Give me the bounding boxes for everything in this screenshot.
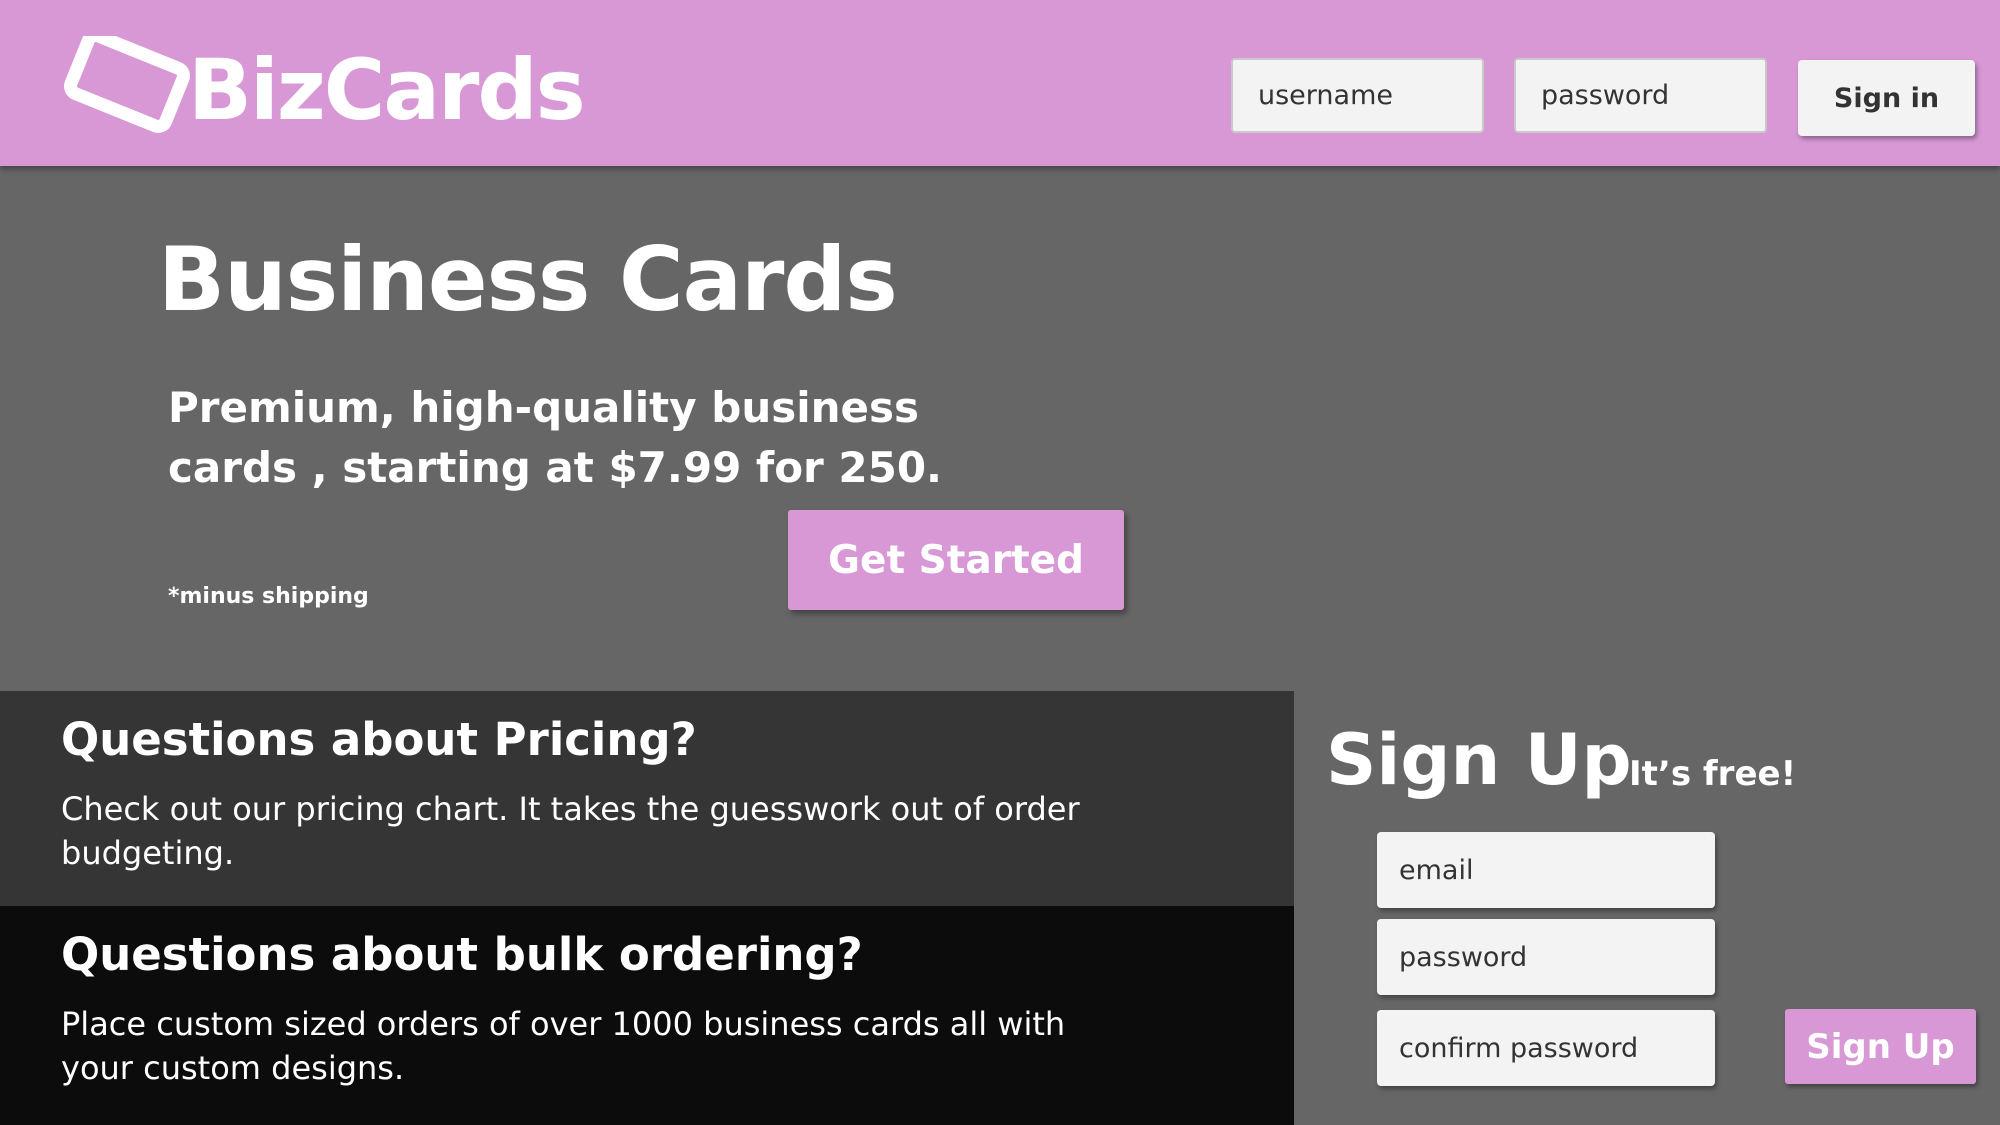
faq-pricing-title: Questions about Pricing? [61, 713, 697, 766]
faq-bulk-ordering: Questions about bulk ordering? Place cus… [0, 906, 1294, 1125]
top-header: BizCards Sign in [0, 0, 2000, 166]
header-password-input[interactable] [1514, 58, 1767, 133]
email-field[interactable] [1377, 832, 1715, 908]
signup-subtitle: It’s free! [1629, 754, 1797, 794]
faq-pricing: Questions about Pricing? Check out our p… [0, 691, 1294, 906]
faq-bulk-body: Place custom sized orders of over 1000 b… [61, 1005, 1066, 1087]
sign-in-button[interactable]: Sign in [1798, 60, 1975, 136]
username-input[interactable] [1231, 58, 1484, 133]
signup-title: Sign Up [1326, 719, 1632, 801]
faq-pricing-body: Check out our pricing chart. It takes th… [61, 790, 1080, 872]
hero-title: Business Cards [158, 228, 898, 331]
hero-tagline: Premium, high-quality business cards , s… [168, 383, 943, 492]
shipping-note: *minus shipping [168, 584, 369, 609]
logo[interactable]: BizCards [46, 30, 586, 140]
signup-password-field[interactable] [1377, 919, 1715, 995]
card-icon [64, 36, 190, 133]
logo-text: BizCards [188, 41, 586, 139]
confirm-password-field[interactable] [1377, 1010, 1715, 1086]
get-started-button[interactable]: Get Started [788, 510, 1124, 610]
page: BizCards Sign in Business Cards Premium,… [0, 0, 2000, 1125]
sign-up-button[interactable]: Sign Up [1785, 1009, 1976, 1084]
hero-section: Business Cards Premium, high-quality bus… [0, 166, 2000, 691]
faq-bulk-title: Questions about bulk ordering? [61, 928, 863, 981]
signup-panel: Sign Up It’s free! Sign Up [1294, 691, 2000, 1125]
